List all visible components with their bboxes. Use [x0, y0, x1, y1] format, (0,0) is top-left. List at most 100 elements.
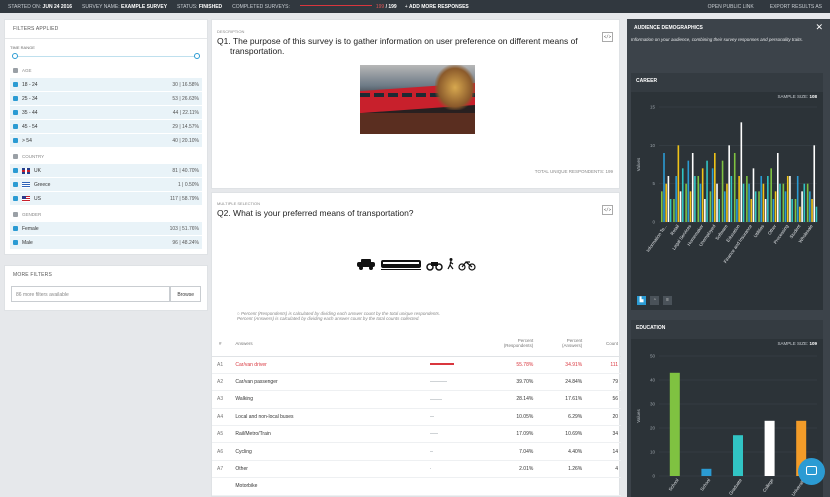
group-checkbox[interactable]	[13, 154, 18, 159]
filter-option-45-54[interactable]: 45 - 54 29 | 14.57%	[10, 120, 202, 133]
career-bar	[815, 206, 818, 222]
option-count: 103	[169, 225, 178, 232]
filter-option-greece[interactable]: Greece 1 | 0.50%	[10, 178, 202, 191]
percent-answers: 24.84%	[536, 373, 586, 392]
filter-option-us[interactable]: US 117 | 58.79%	[10, 192, 202, 205]
flag-uk-icon	[22, 167, 30, 174]
option-count: 44	[172, 109, 179, 116]
percent-respondents	[477, 477, 537, 496]
col-percent-answers[interactable]: Percent (Answers)	[536, 331, 586, 357]
table-row[interactable]: A3 Walking 28.14% 17.61% 56	[212, 390, 621, 409]
option-checkbox[interactable]	[13, 196, 18, 201]
filter-option-18-24[interactable]: 18 - 24 30 | 16.58%	[10, 78, 202, 91]
open-public-link[interactable]: OPEN PUBLIC LINK	[708, 4, 754, 10]
career-bar	[706, 160, 708, 222]
note-answers: Percent (Answers) is calculated by divid…	[237, 316, 420, 321]
option-checkbox[interactable]	[13, 138, 18, 143]
table-row[interactable]: Motorbike	[212, 477, 621, 496]
option-count: 30	[172, 81, 178, 88]
percent-respondents: 7.04%	[477, 442, 537, 461]
embed-code-button[interactable]: </>	[602, 205, 613, 215]
answer-id: A1	[212, 356, 233, 374]
y-tick-label: 20	[650, 426, 656, 431]
answer-label: Motorbike	[232, 477, 427, 496]
table-row[interactable]: A6 Cycling 7.04% 4.40% 14	[212, 442, 621, 461]
close-icon[interactable]: ✕	[815, 22, 823, 33]
answer-bar-cell	[426, 408, 478, 427]
col-count[interactable]: Count	[585, 331, 621, 357]
time-range-slider[interactable]	[12, 52, 200, 62]
career-sample-label: SAMPLE SIZE:	[777, 94, 809, 99]
career-bar	[779, 183, 781, 222]
option-checkbox[interactable]	[13, 124, 18, 129]
option-stats: 44 | 22.11%	[172, 109, 199, 116]
demographics-panel: AUDIENCE DEMOGRAPHICS ✕ Information on y…	[627, 19, 830, 497]
option-checkbox[interactable]	[13, 182, 18, 187]
pie-chart-icon[interactable]: ◔	[650, 296, 659, 305]
option-count: 81	[172, 167, 178, 174]
career-bar	[748, 183, 750, 222]
option-checkbox[interactable]	[13, 226, 18, 231]
slider-end-handle[interactable]	[194, 53, 200, 59]
x-tick-label: Retail	[669, 224, 680, 236]
career-bar	[697, 176, 700, 222]
option-stats: 96 | 48.24%	[172, 239, 199, 246]
col-percent-respondents[interactable]: Percent (Respondents)	[477, 331, 537, 357]
y-tick-label: 15	[650, 105, 656, 110]
more-filters-input[interactable]: 86 more filters available	[11, 286, 171, 302]
add-responses-button[interactable]: + ADD MORE RESPONSES	[405, 4, 469, 10]
table-row[interactable]: A7 Other 2.01% 1.26% 4	[212, 460, 621, 479]
started-value: JUN 24 2016	[42, 3, 73, 10]
filter-option-male[interactable]: Male 96 | 48.24%	[10, 236, 202, 249]
career-bar	[736, 199, 738, 222]
career-bar	[681, 168, 684, 222]
career-bar	[799, 206, 801, 222]
filter-groups: AGE 18 - 24 30 | 16.58% 25 - 34 53 | 26.63% 3…	[5, 62, 207, 249]
table-icon[interactable]: ≡	[663, 296, 672, 305]
option-percent: 26.63%	[182, 95, 199, 102]
table-row[interactable]: A5 Rail/Metro/Train 17.09% 10.69% 34	[212, 425, 621, 444]
car-icon	[357, 259, 375, 270]
filter-option-35-44[interactable]: 35 - 44 44 | 22.11%	[10, 106, 202, 119]
transport-icons	[354, 257, 484, 271]
x-tick-label: Other	[767, 223, 778, 235]
career-bar	[677, 145, 680, 222]
career-bar	[782, 183, 785, 222]
filter-option-25-34[interactable]: 25 - 34 53 | 26.63%	[10, 92, 202, 105]
walking-icon	[447, 258, 454, 270]
percent-respondents: 10.05%	[477, 408, 537, 427]
percent-respondents: 55.78%	[477, 356, 537, 374]
career-bar	[764, 199, 767, 222]
option-checkbox[interactable]	[13, 96, 18, 101]
option-checkbox[interactable]	[13, 82, 18, 87]
option-checkbox[interactable]	[13, 168, 18, 173]
bar-chart-icon[interactable]: ▙	[637, 296, 646, 305]
chat-button[interactable]	[798, 458, 825, 485]
table-row[interactable]: A1 Car/van driver 55.78% 34.91% 111	[212, 356, 621, 374]
group-name: GENDER	[22, 212, 42, 217]
answer-bar	[430, 468, 432, 470]
option-stats: 103 | 51.76%	[169, 225, 199, 232]
answer-count: 34	[585, 425, 621, 444]
table-row[interactable]: A4 Local and non-local buses 10.05% 6.29% 20	[212, 408, 621, 427]
option-checkbox[interactable]	[13, 110, 18, 115]
filter-option-female[interactable]: Female 103 | 51.76%	[10, 222, 202, 235]
answer-count: 56	[585, 390, 621, 409]
option-count: 40	[172, 137, 178, 144]
group-checkbox[interactable]	[13, 212, 18, 217]
slider-start-handle[interactable]	[12, 53, 18, 59]
survey-label: SURVEY NAME:	[82, 3, 120, 10]
browse-button[interactable]: Browse	[170, 286, 201, 302]
table-row[interactable]: A2 Car/van passenger 39.70% 24.84% 79	[212, 373, 621, 392]
embed-code-button[interactable]: </>	[602, 32, 613, 42]
option-checkbox[interactable]	[13, 240, 18, 245]
results-main: DESCRIPTION Q1. The purpose of this surv…	[210, 19, 621, 497]
education-bar	[764, 420, 775, 476]
percent-respondents: 39.70%	[477, 373, 537, 392]
filter-option-uk[interactable]: UK 81 | 40.70%	[10, 164, 202, 177]
question-title: Q2. What is your preferred means of tran…	[217, 208, 414, 218]
group-checkbox[interactable]	[13, 68, 18, 73]
export-results-button[interactable]: EXPORT RESULTS AS	[770, 4, 822, 10]
filter-option--54[interactable]: > 54 40 | 20.10%	[10, 134, 202, 147]
answer-bar-cell	[426, 442, 478, 461]
